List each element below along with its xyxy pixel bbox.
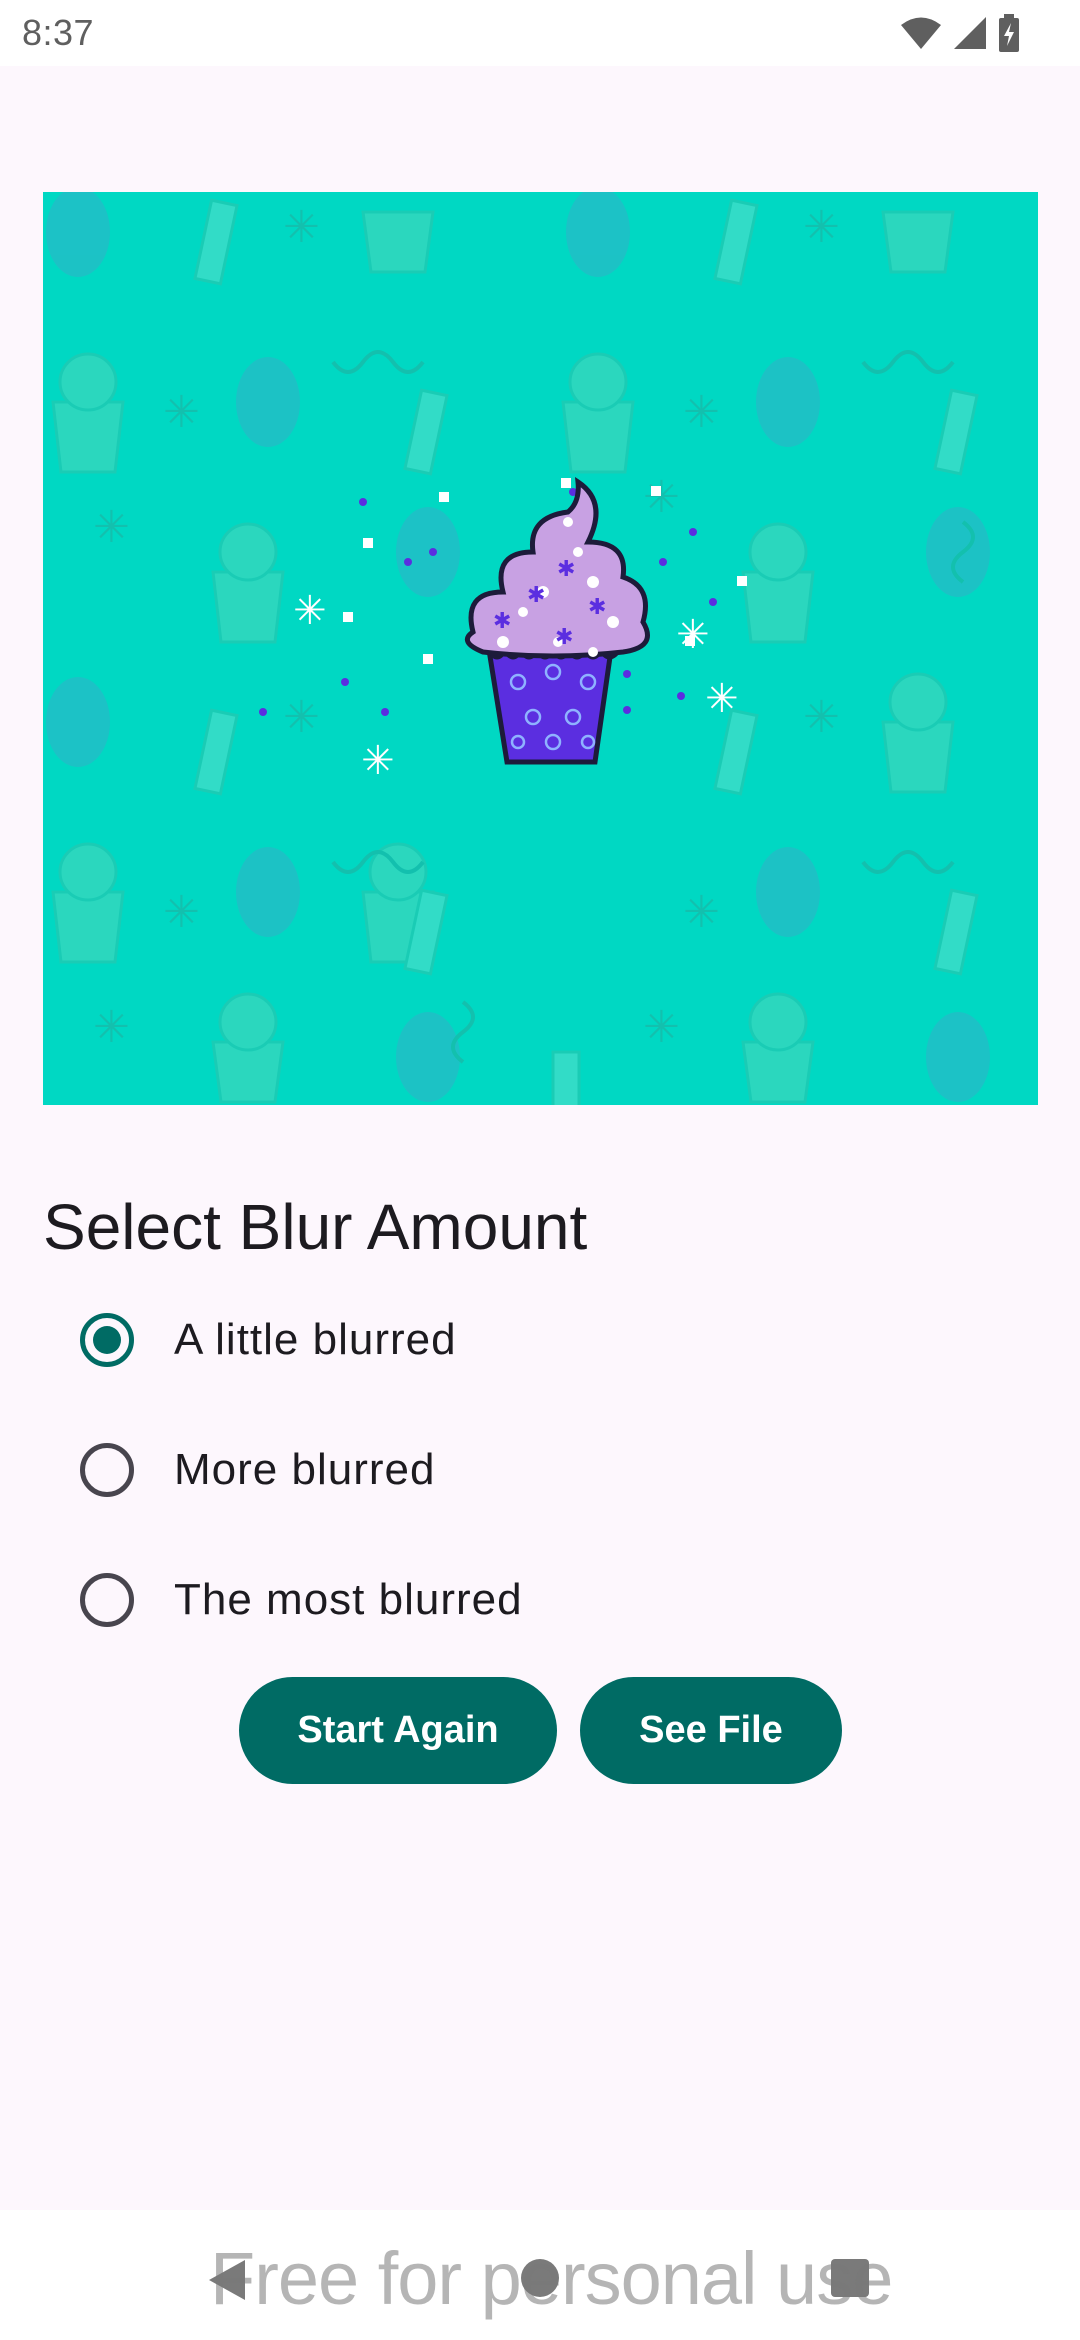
svg-text:✳: ✳ xyxy=(283,202,320,253)
signal-icon xyxy=(954,17,986,49)
svg-text:✱: ✱ xyxy=(557,557,575,582)
svg-text:✳: ✳ xyxy=(361,738,395,784)
wifi-icon xyxy=(901,17,941,49)
svg-text:✳: ✳ xyxy=(683,387,720,438)
radio-label: More blurred xyxy=(174,1445,436,1494)
svg-text:✳: ✳ xyxy=(803,202,840,253)
svg-text:✱: ✱ xyxy=(493,609,511,634)
see-file-button[interactable]: See File xyxy=(580,1677,842,1784)
radio-label: The most blurred xyxy=(174,1575,523,1624)
svg-text:✱: ✱ xyxy=(527,583,545,608)
watermark-text: Free for personal use xyxy=(210,2237,893,2320)
svg-text:✳: ✳ xyxy=(705,676,739,722)
radio-button-selected[interactable] xyxy=(80,1313,134,1367)
svg-text:✳: ✳ xyxy=(676,612,710,658)
svg-text:✳: ✳ xyxy=(93,502,130,553)
status-time: 8:37 xyxy=(22,12,95,53)
blur-section-title: Select Blur Amount xyxy=(43,1191,588,1263)
radio-option-most[interactable]: The most blurred xyxy=(60,1545,760,1655)
svg-text:✳: ✳ xyxy=(283,692,320,743)
status-bar: 8:37 xyxy=(0,0,1080,66)
svg-text:✳: ✳ xyxy=(803,692,840,743)
screen: 8:37 ✳ ✳ ✳ ✳ ✳ ✳ ✳ ✳ ✳ ✳ ✳ ✳ ✳ ✳ ✳ ✳ ✱ ✱… xyxy=(0,0,1080,2340)
svg-text:✳: ✳ xyxy=(163,887,200,938)
radio-option-little[interactable]: A little blurred xyxy=(60,1285,760,1395)
cupcake-main: ✳ ✳ ✳ ✳ ✱✱ ✱✱ ✱ xyxy=(259,476,747,784)
svg-text:✳: ✳ xyxy=(643,1002,680,1053)
svg-text:✳: ✳ xyxy=(293,588,327,634)
radio-button[interactable] xyxy=(80,1573,134,1627)
svg-text:✳: ✳ xyxy=(643,472,680,523)
svg-text:✳: ✳ xyxy=(93,1002,130,1053)
start-again-button[interactable]: Start Again xyxy=(239,1677,557,1784)
radio-dot xyxy=(93,1326,121,1354)
cupcake-image: ✳ ✳ ✳ ✳ ✳ ✳ ✳ ✳ ✳ ✳ ✳ ✳ ✳ ✳ ✳ ✳ ✱ ✱ ✱ ✱ … xyxy=(43,192,1038,1105)
battery-charging-icon xyxy=(999,14,1019,52)
radio-option-more[interactable]: More blurred xyxy=(60,1415,760,1525)
svg-text:✳: ✳ xyxy=(163,387,200,438)
svg-text:✱: ✱ xyxy=(555,625,573,650)
svg-text:✱: ✱ xyxy=(588,595,606,620)
svg-text:✳: ✳ xyxy=(683,887,720,938)
status-icons xyxy=(900,12,1020,54)
radio-label: A little blurred xyxy=(174,1315,457,1364)
radio-button[interactable] xyxy=(80,1443,134,1497)
